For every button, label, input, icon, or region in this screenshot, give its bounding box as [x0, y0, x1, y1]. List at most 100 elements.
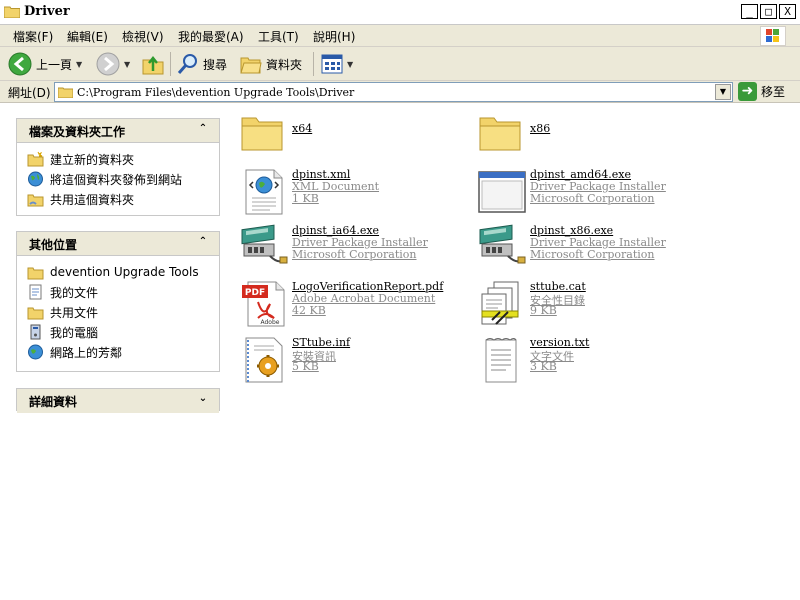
back-label: 上一頁 [36, 57, 73, 72]
place-label: 共用文件 [50, 305, 99, 320]
adobe-brand: Adobe [261, 319, 280, 326]
folder-icon [479, 117, 521, 151]
windows-logo-icon [760, 26, 786, 46]
menu-bar: 檔案(F) 編輯(E) 檢視(V) 我的最愛(A) 工具(T) 說明(H) [0, 25, 800, 47]
address-dropdown-icon[interactable]: ▼ [715, 84, 731, 100]
other-places-pane-header[interactable]: 其他位置 ⌃ [17, 232, 219, 256]
folder-icon [27, 267, 44, 280]
folder-icon [4, 6, 20, 18]
menu-file[interactable]: 檔案(F) [13, 28, 53, 45]
toolbar-separator [170, 52, 171, 76]
title-bar: Driver _ □ X [0, 0, 800, 25]
xml-document-icon [245, 169, 283, 215]
minimize-button[interactable]: _ [741, 4, 758, 19]
other-places-pane: 其他位置 ⌃ devention Upgrade Tools 我的文件 共用文件… [16, 231, 220, 372]
file-size: 42 KB [292, 304, 326, 317]
place-shared-documents[interactable]: 共用文件 [27, 302, 219, 322]
folders-label: 資料夾 [266, 57, 303, 72]
details-pane-title: 詳細資料 [29, 395, 78, 409]
setup-information-icon [245, 337, 283, 383]
file-item[interactable]: PDF Adobe LogoVerificationReport.pdf Ado… [240, 280, 470, 336]
search-button[interactable]: 搜尋 [177, 52, 227, 76]
place-network-neighborhood[interactable]: 網路上的芳鄰 [27, 342, 219, 362]
place-label: 我的文件 [50, 285, 99, 300]
menu-edit[interactable]: 編輯(E) [67, 28, 108, 45]
shared-folder-icon [27, 194, 44, 207]
file-item[interactable]: dpinst_x86.exe Driver Package Installer … [478, 224, 708, 280]
pdf-document-icon: PDF Adobe [242, 281, 285, 327]
address-bar: 網址(D) C:\Program Files\devention Upgrade… [0, 81, 800, 103]
menu-favorites[interactable]: 我的最愛(A) [178, 28, 244, 45]
back-button[interactable]: 上一頁 ▼ [8, 52, 82, 76]
place-label: devention Upgrade Tools [50, 265, 199, 279]
forward-arrow-icon [96, 52, 120, 76]
window-title: Driver [24, 4, 70, 19]
task-new-folder[interactable]: 建立新的資料夾 [27, 149, 219, 169]
file-company: Microsoft Corporation [530, 248, 655, 261]
folder-name: x86 [530, 122, 551, 135]
menu-view[interactable]: 檢視(V) [122, 28, 164, 45]
address-input[interactable]: C:\Program Files\devention Upgrade Tools… [54, 82, 733, 102]
folder-item[interactable]: x64 [240, 112, 470, 168]
folders-button[interactable]: 資料夾 [240, 52, 302, 76]
driver-installer-icon [241, 224, 288, 264]
file-item[interactable]: dpinst.xml XML Document 1 KB [240, 168, 470, 224]
task-publish-web[interactable]: 將這個資料夾發佈到網站 [27, 169, 219, 189]
place-devention-upgrade-tools[interactable]: devention Upgrade Tools [27, 262, 219, 282]
toolbar-separator [313, 52, 314, 76]
globe-icon [28, 171, 43, 187]
back-arrow-icon [8, 52, 32, 76]
place-my-computer[interactable]: 我的電腦 [27, 322, 219, 342]
go-button[interactable]: ➜ 移至 [738, 82, 785, 101]
application-window-icon [478, 171, 526, 213]
file-size: 5 KB [292, 360, 319, 373]
file-company: Microsoft Corporation [292, 248, 417, 261]
forward-button[interactable]: ▼ [96, 52, 130, 76]
toolbar: 上一頁 ▼ ▼ 搜尋 資料夾 ▼ [0, 47, 800, 81]
forward-dropdown-icon[interactable]: ▼ [124, 60, 130, 69]
tasks-pane-title: 檔案及資料夾工作 [29, 125, 126, 139]
menu-help[interactable]: 說明(H) [313, 28, 355, 45]
expand-icon[interactable]: ⌄ [196, 392, 210, 406]
task-share-folder[interactable]: 共用這個資料夾 [27, 189, 219, 209]
file-company: Microsoft Corporation [530, 192, 655, 205]
close-button[interactable]: X [779, 4, 796, 19]
up-folder-button[interactable] [142, 52, 164, 76]
folder-icon [58, 87, 73, 98]
place-my-documents[interactable]: 我的文件 [27, 282, 219, 302]
tasks-pane: 檔案及資料夾工作 ⌃ 建立新的資料夾 將這個資料夾發佈到網站 共用這個資料夾 [16, 118, 220, 216]
folder-item[interactable]: x86 [478, 112, 708, 168]
details-pane-header[interactable]: 詳細資料 ⌄ [17, 389, 219, 413]
task-label: 建立新的資料夾 [50, 152, 135, 167]
collapse-icon[interactable]: ⌃ [196, 122, 210, 136]
task-label: 共用這個資料夾 [50, 192, 135, 207]
file-item[interactable]: dpinst_ia64.exe Driver Package Installer… [240, 224, 470, 280]
up-folder-icon [142, 55, 164, 75]
security-catalog-icon [481, 281, 519, 325]
go-label: 移至 [761, 85, 786, 99]
other-places-pane-title: 其他位置 [29, 238, 78, 252]
back-dropdown-icon[interactable]: ▼ [76, 60, 82, 69]
place-label: 我的電腦 [50, 325, 99, 340]
file-item[interactable]: sttube.cat 安全性目錄 9 KB [478, 280, 708, 336]
address-label: 網址(D) [8, 86, 51, 100]
folder-name: x64 [292, 122, 313, 135]
search-icon [177, 54, 197, 74]
file-item[interactable]: version.txt 文字文件 3 KB [478, 336, 708, 392]
tasks-pane-header[interactable]: 檔案及資料夾工作 ⌃ [17, 119, 219, 143]
folders-icon [240, 57, 262, 74]
views-button[interactable]: ▼ [321, 52, 353, 76]
pdf-badge: PDF [245, 288, 265, 298]
file-size: 1 KB [292, 192, 319, 205]
file-item[interactable]: STtube.inf 安裝資訊 5 KB [240, 336, 470, 392]
maximize-button[interactable]: □ [760, 4, 777, 19]
details-pane: 詳細資料 ⌄ [16, 388, 220, 413]
views-dropdown-icon[interactable]: ▼ [347, 60, 353, 69]
file-size: 9 KB [530, 304, 557, 317]
menu-tools[interactable]: 工具(T) [258, 28, 299, 45]
file-item[interactable]: dpinst_amd64.exe Driver Package Installe… [478, 168, 708, 224]
my-documents-icon [29, 284, 42, 300]
place-label: 網路上的芳鄰 [50, 345, 123, 360]
collapse-icon[interactable]: ⌃ [196, 235, 210, 249]
search-label: 搜尋 [203, 57, 228, 72]
